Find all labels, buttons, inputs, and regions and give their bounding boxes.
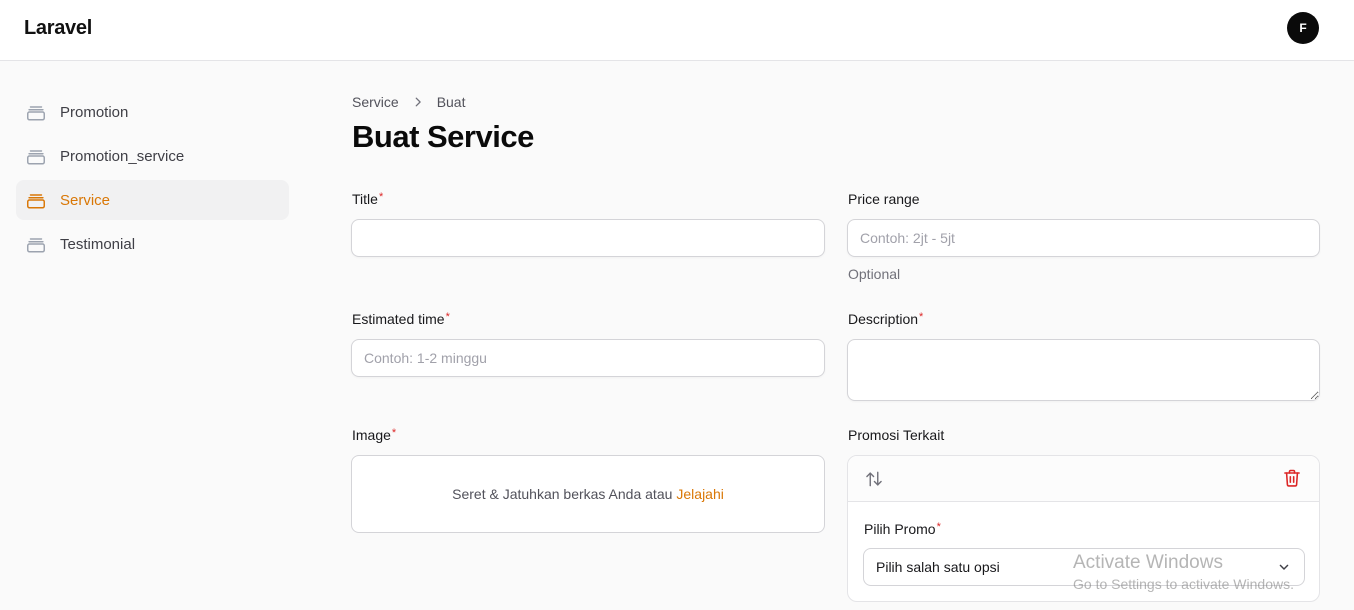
promosi-terkait-label: Promosi Terkait — [848, 427, 945, 443]
top-bar: Laravel F — [0, 0, 1354, 61]
browse-link[interactable]: Jelajahi — [676, 486, 723, 502]
rectangle-stack-icon — [25, 233, 47, 255]
promo-select-value: Pilih salah satu opsi — [876, 559, 1000, 575]
image-dropzone[interactable]: Seret & Jatuhkan berkas Anda atau Jelaja… — [351, 455, 825, 533]
sidebar-item-label: Promotion_service — [60, 147, 185, 165]
dropzone-text: Seret & Jatuhkan berkas Anda atau — [452, 486, 673, 502]
page-title: Buat Service — [352, 119, 534, 154]
price-range-label: Price range — [848, 191, 920, 207]
promosi-repeater: Pilih Promo* Pilih salah satu opsi — [847, 455, 1320, 602]
repeater-item-header — [848, 456, 1319, 502]
rectangle-stack-icon — [25, 189, 47, 211]
image-label: Image* — [352, 427, 396, 443]
description-label: Description* — [848, 311, 923, 327]
estimated-time-input[interactable] — [351, 339, 825, 377]
estimated-time-label-text: Estimated time — [352, 311, 445, 327]
sidebar-item-testimonial[interactable]: Testimonial — [16, 224, 289, 264]
sidebar-item-label: Service — [60, 191, 111, 209]
title-input[interactable] — [351, 219, 825, 257]
price-range-help-text: Optional — [848, 266, 901, 282]
pilih-promo-label: Pilih Promo* — [864, 521, 941, 537]
rectangle-stack-icon — [25, 145, 47, 167]
trash-icon[interactable] — [1282, 468, 1302, 488]
sidebar-item-promotion[interactable]: Promotion — [16, 92, 289, 132]
breadcrumb-parent-link[interactable]: Service — [352, 94, 399, 110]
image-label-text: Image — [352, 427, 391, 443]
required-marker: * — [445, 311, 450, 323]
promo-select[interactable]: Pilih salah satu opsi — [863, 548, 1305, 586]
title-label-text: Title — [352, 191, 378, 207]
chevron-down-icon — [1276, 559, 1292, 575]
sidebar-item-label: Promotion — [60, 103, 129, 121]
title-label: Title* — [352, 191, 383, 207]
required-marker: * — [391, 427, 397, 439]
estimated-time-label: Estimated time* — [352, 311, 450, 327]
breadcrumb-current: Buat — [436, 94, 466, 110]
chevron-right-icon — [411, 95, 425, 109]
brand-logo[interactable]: Laravel — [24, 17, 92, 40]
pilih-promo-label-text: Pilih Promo — [864, 521, 936, 537]
breadcrumb: Service Buat — [352, 94, 466, 110]
sidebar-item-promotion-service[interactable]: Promotion_service — [16, 136, 289, 176]
sidebar-item-service[interactable]: Service — [16, 180, 289, 220]
price-range-input[interactable] — [847, 219, 1320, 257]
sidebar-item-label: Testimonial — [60, 235, 136, 253]
required-marker: * — [936, 521, 941, 533]
rectangle-stack-icon — [25, 101, 47, 123]
required-marker: * — [378, 191, 384, 203]
user-avatar[interactable]: F — [1287, 12, 1319, 44]
sidebar: Promotion Promotion_service Service Test… — [16, 92, 289, 268]
required-marker: * — [919, 311, 924, 323]
description-textarea[interactable] — [847, 339, 1320, 401]
description-label-text: Description — [848, 311, 919, 327]
reorder-arrows-icon[interactable] — [864, 469, 884, 489]
